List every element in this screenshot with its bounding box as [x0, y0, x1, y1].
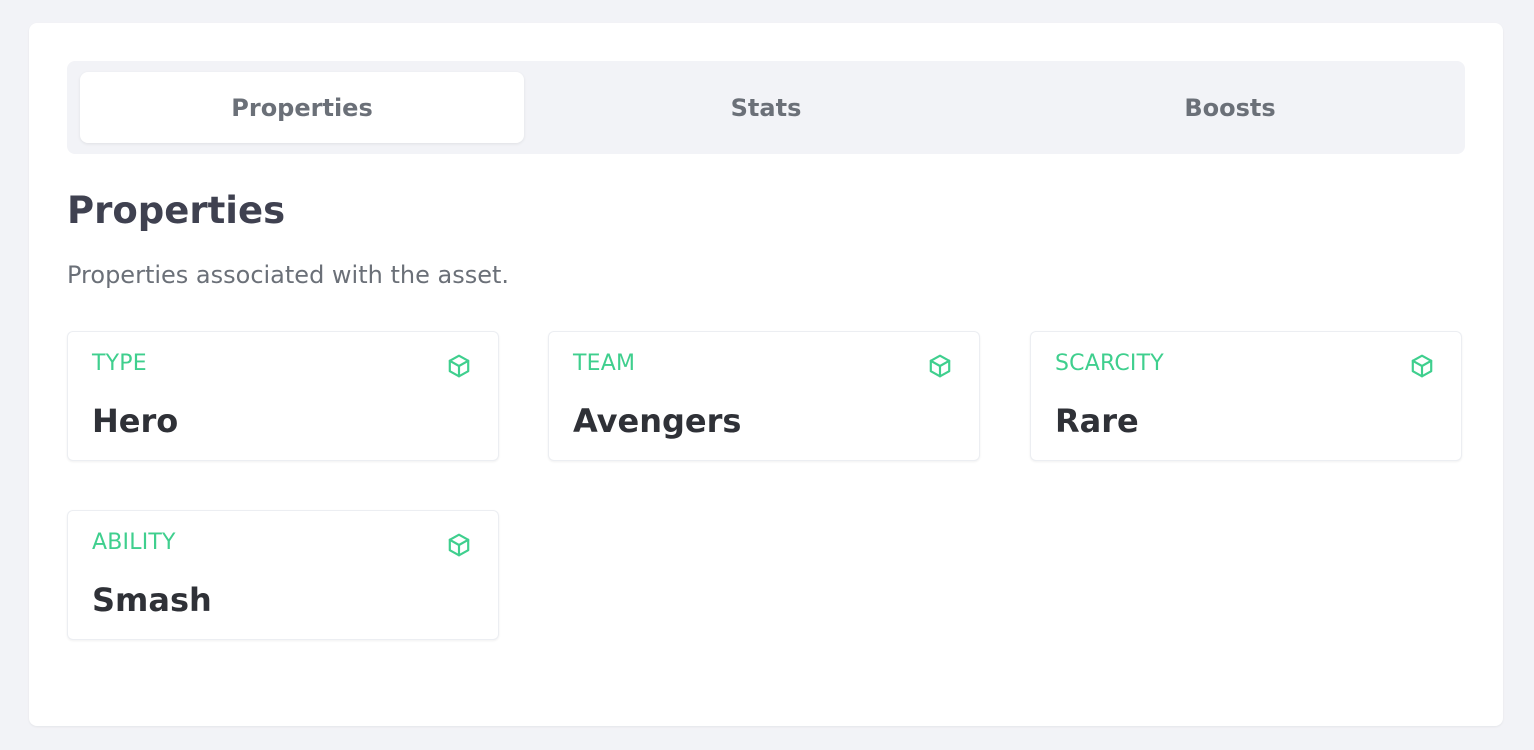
property-label: TYPE	[92, 351, 147, 376]
property-card-type: TYPE Hero	[67, 331, 499, 461]
property-label: ABILITY	[92, 530, 176, 555]
property-card-scarcity: SCARCITY Rare	[1030, 331, 1462, 461]
tab-properties[interactable]: Properties	[80, 72, 524, 143]
cube-icon	[1409, 353, 1435, 379]
section-title: Properties	[67, 189, 286, 232]
tab-bar: Properties Stats Boosts	[67, 61, 1465, 154]
property-label: TEAM	[573, 351, 636, 376]
section-description: Properties associated with the asset.	[67, 261, 510, 289]
property-card-team: TEAM Avengers	[548, 331, 980, 461]
tab-stats[interactable]: Stats	[544, 72, 988, 143]
tab-boosts[interactable]: Boosts	[1008, 72, 1452, 143]
tab-label: Boosts	[1184, 93, 1276, 122]
property-value: Rare	[1055, 402, 1139, 440]
property-value: Avengers	[573, 402, 742, 440]
cube-icon	[446, 532, 472, 558]
property-value: Hero	[92, 402, 179, 440]
property-card-ability: ABILITY Smash	[67, 510, 499, 640]
property-label: SCARCITY	[1055, 351, 1164, 376]
tab-label: Stats	[730, 93, 802, 122]
cube-icon	[446, 353, 472, 379]
tab-label: Properties	[231, 93, 373, 122]
cube-icon	[927, 353, 953, 379]
properties-panel: Properties Stats Boosts Properties Prope…	[29, 23, 1503, 726]
property-value: Smash	[92, 581, 212, 619]
